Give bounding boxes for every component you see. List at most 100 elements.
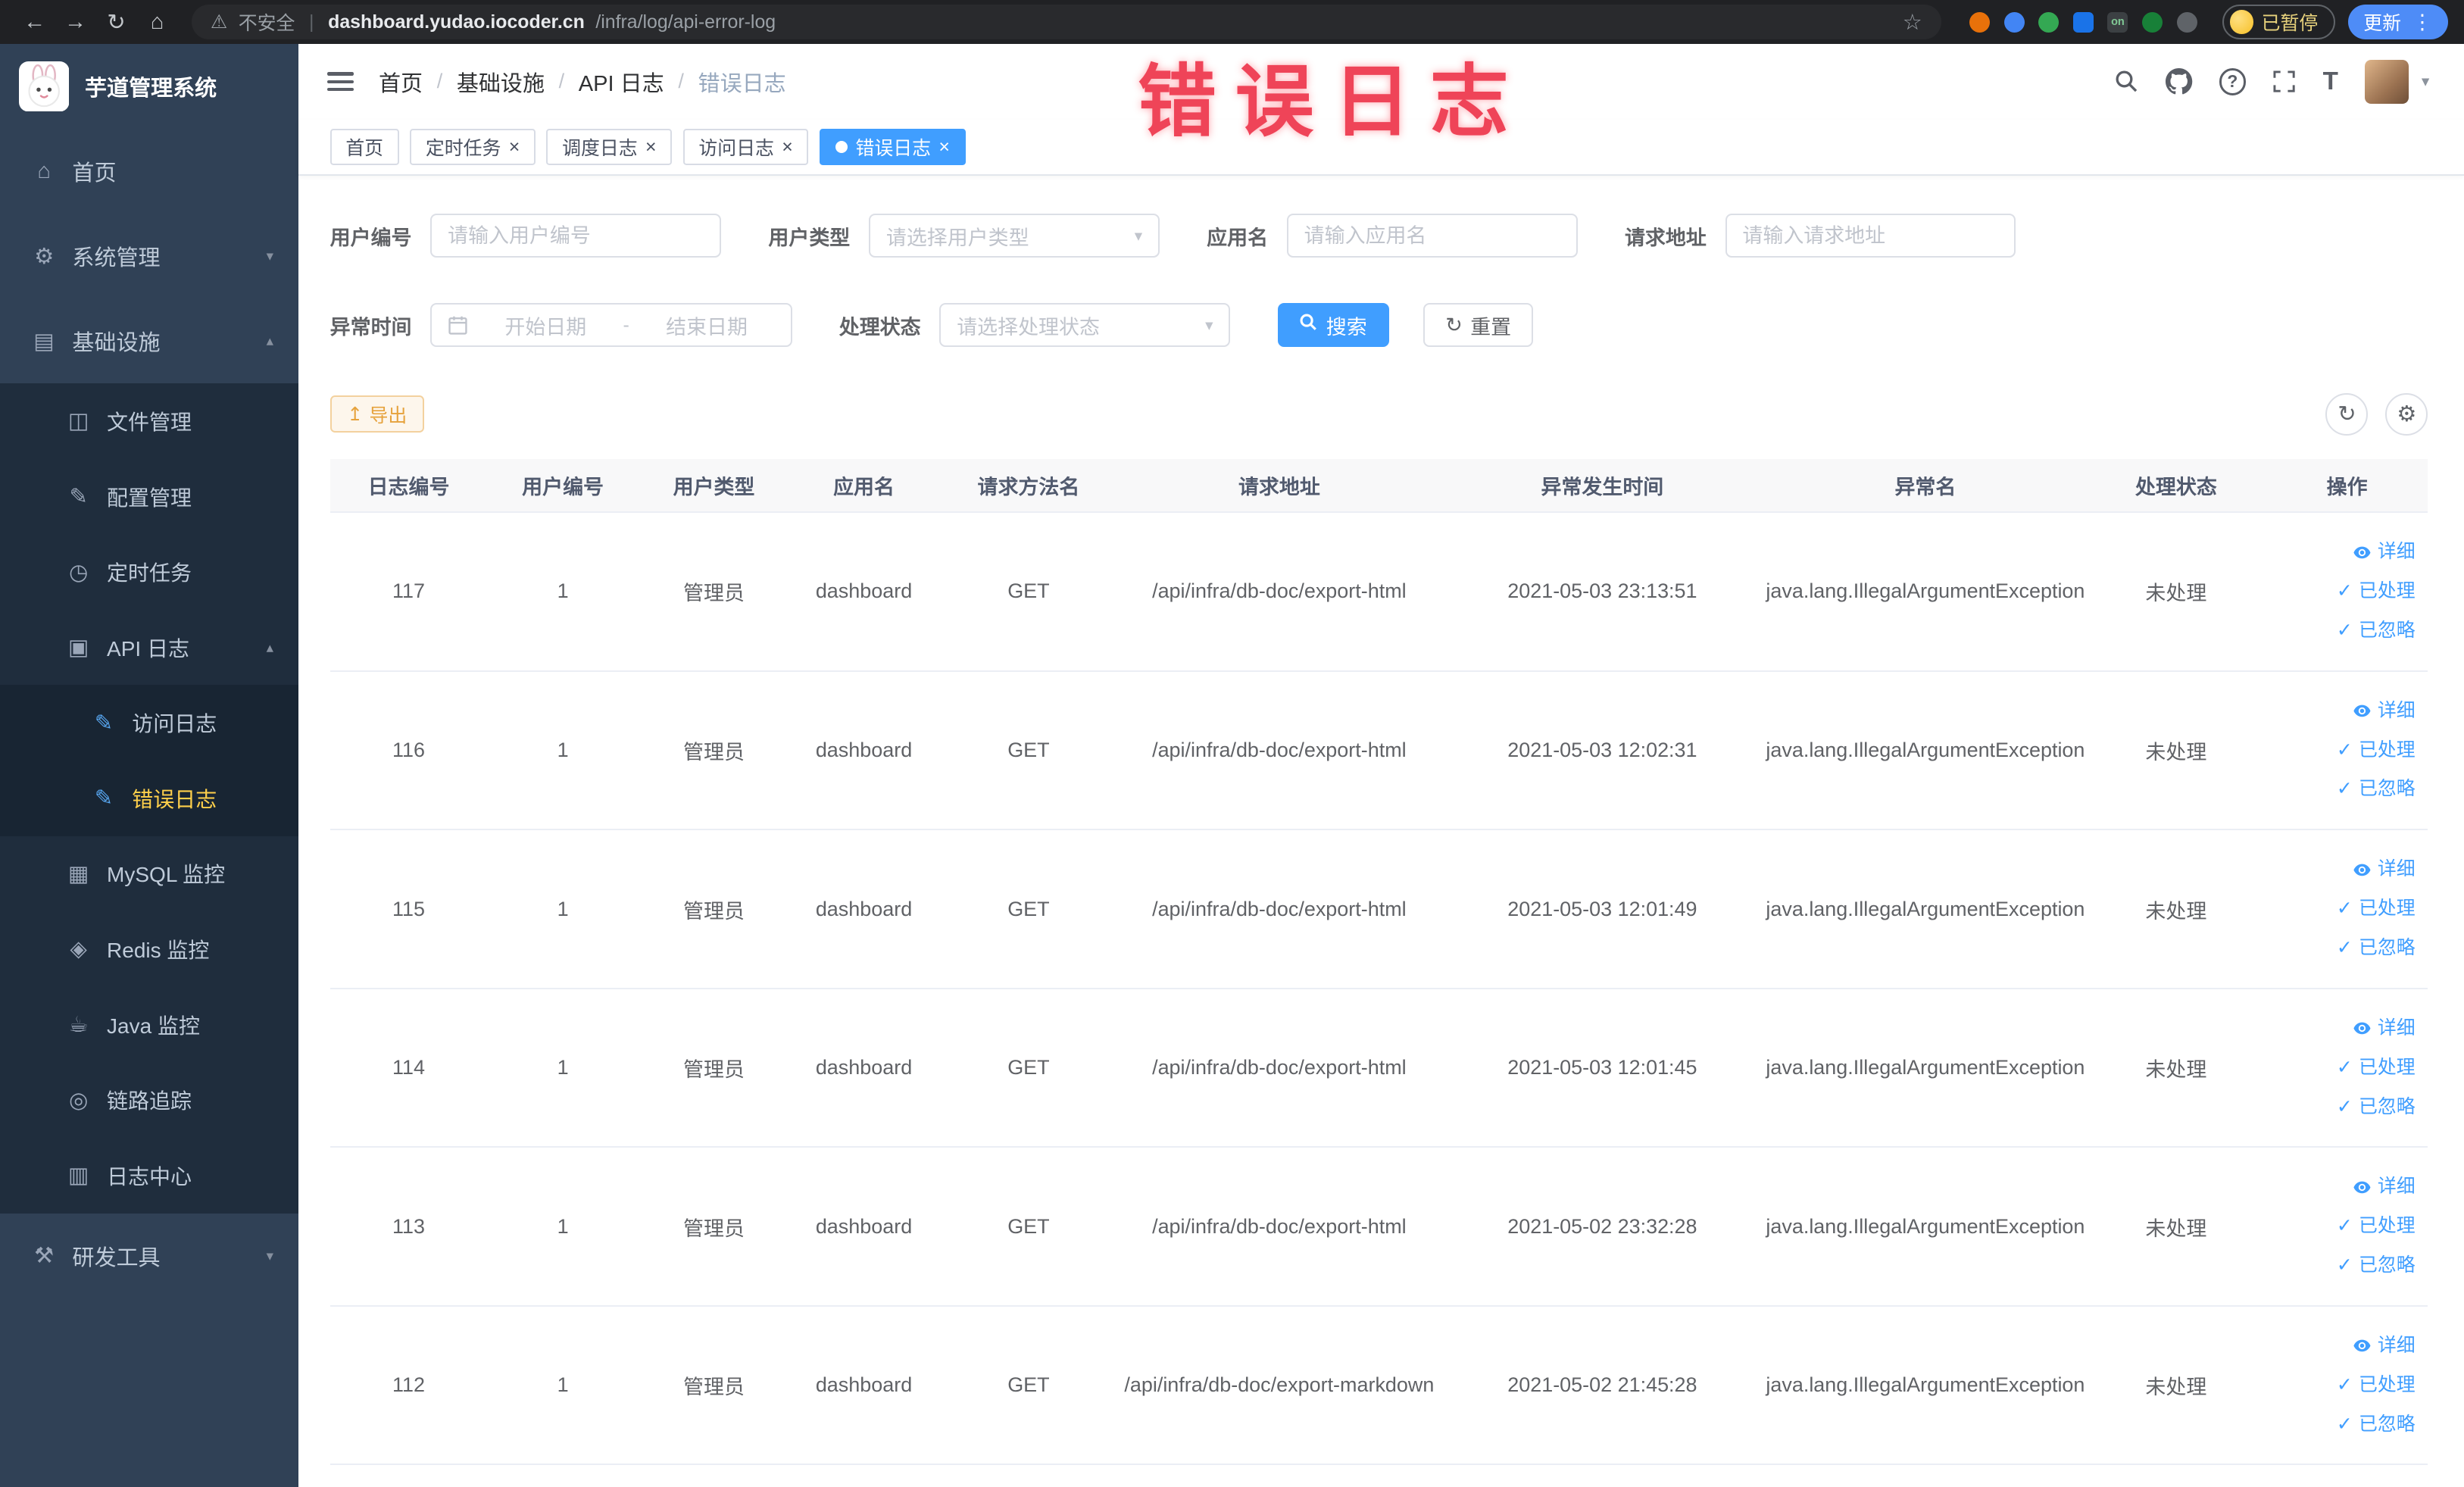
ignored-link[interactable]: ✓ 已忽略 (2266, 611, 2416, 651)
extension-grid-icon[interactable] (2072, 11, 2094, 33)
upload-icon: ↥ (347, 403, 364, 425)
extension-paw-icon[interactable] (2176, 11, 2197, 33)
tab-home[interactable]: 首页 (329, 129, 399, 165)
close-icon[interactable]: × (782, 137, 793, 157)
tab-job[interactable]: 定时任务 × (410, 129, 536, 165)
close-icon[interactable]: × (938, 137, 950, 157)
tab-access-log[interactable]: 访问日志 × (682, 129, 809, 165)
extension-on-badge-icon[interactable]: on (2107, 11, 2128, 33)
reset-button[interactable]: ↻ 重置 (1423, 303, 1534, 348)
close-icon[interactable]: × (645, 137, 657, 157)
detail-link[interactable]: 详细 (2266, 692, 2416, 731)
sidebar-item-api-log[interactable]: ▣ API 日志 ▴ (0, 609, 299, 686)
sidebar-item-config[interactable]: ✎ 配置管理 (0, 458, 299, 535)
extension-orange-icon[interactable] (1969, 11, 1990, 33)
ignored-link[interactable]: ✓ 已忽略 (2266, 1405, 2416, 1445)
sidebar-item-error-log[interactable]: ✎ 错误日志 (0, 761, 299, 836)
app-logo[interactable]: 芋道管理系统 (0, 44, 298, 129)
detail-link[interactable]: 详细 (2266, 1009, 2416, 1048)
processed-link[interactable]: ✓ 已处理 (2266, 1366, 2416, 1405)
breadcrumb-item[interactable]: 错误日志 (698, 66, 786, 98)
sidebar-item-mysql[interactable]: ▦ MySQL 监控 (0, 836, 299, 912)
detail-link[interactable]: 详细 (2266, 533, 2416, 572)
fullscreen-icon[interactable] (2272, 70, 2296, 93)
sidebar-item-log-center[interactable]: ▥ 日志中心 (0, 1137, 299, 1214)
cell-time: 2021-05-02 21:45:28 (1439, 1305, 1766, 1466)
sidebar-item-access-log[interactable]: ✎ 访问日志 (0, 685, 299, 761)
sidebar-item-file[interactable]: ◫ 文件管理 (0, 383, 299, 459)
export-button[interactable]: ↥ 导出 (329, 395, 425, 433)
cell-method: GET (938, 829, 1119, 989)
reload-icon[interactable]: ↻ (98, 3, 136, 41)
processed-link[interactable]: ✓ 已处理 (2266, 1048, 2416, 1088)
chevron-down-icon[interactable]: ▾ (2422, 72, 2429, 91)
update-button[interactable]: 更新 ⋮ (2347, 5, 2449, 39)
sidebar-item-home[interactable]: ⌂ 首页 (0, 129, 298, 214)
avatar[interactable] (2365, 59, 2409, 104)
check-icon: ✓ (2336, 898, 2353, 920)
tab-error-log[interactable]: 错误日志 × (819, 129, 966, 165)
breadcrumb-item[interactable]: API 日志 (579, 66, 664, 98)
table-row: 114 1 管理员 dashboard GET/api/infra/db-doc/exp… (329, 988, 2428, 1148)
help-icon[interactable]: ? (2219, 68, 2247, 95)
close-icon[interactable]: × (509, 137, 520, 157)
detail-link[interactable]: 详细 (2266, 1167, 2416, 1207)
exception-time-range[interactable]: 开始日期 - 结束日期 (430, 303, 792, 348)
request-url-input-field[interactable] (1742, 223, 1999, 248)
github-icon[interactable] (2166, 68, 2193, 95)
extension-green-icon[interactable] (2038, 11, 2060, 33)
user-type-select[interactable]: 请选择用户类型 ▾ (869, 214, 1160, 258)
ignored-link[interactable]: ✓ 已忽略 (2266, 1246, 2416, 1286)
tab-job-log[interactable]: 调度日志 × (546, 129, 673, 165)
search-button[interactable]: 搜索 (1277, 303, 1389, 348)
search-icon[interactable] (2114, 69, 2139, 94)
profile-paused-badge[interactable]: 已暂停 (2222, 5, 2335, 39)
sidebar-item-system[interactable]: ⚙ 系统管理 ▾ (0, 214, 298, 298)
reset-button-label: 重置 (1470, 315, 1512, 339)
sidebar-item-job[interactable]: ◷ 定时任务 (0, 534, 299, 610)
column-settings-button[interactable]: ⚙ (2385, 392, 2428, 436)
collapse-sidebar-icon[interactable] (326, 72, 354, 92)
refresh-button[interactable]: ↻ (2325, 392, 2369, 436)
app-name-input[interactable] (1286, 214, 1578, 258)
sidebar-item-infra[interactable]: ▤ 基础设施 ▴ (0, 298, 298, 383)
cell-id: 112 (329, 1305, 488, 1466)
action-label: 已忽略 (2359, 1413, 2416, 1435)
process-status-select[interactable]: 请选择处理状态 ▾ (939, 303, 1231, 348)
cell-app: dashboard (789, 1147, 938, 1307)
font-size-icon[interactable]: T (2323, 67, 2338, 96)
browser-home-icon[interactable]: ⌂ (139, 3, 176, 41)
bookmark-star-icon[interactable]: ☆ (1903, 9, 1922, 36)
extension-blue-icon[interactable] (2003, 11, 2025, 33)
app-name-input-field[interactable] (1304, 223, 1560, 248)
cell-method: GET (938, 670, 1119, 831)
detail-link[interactable]: 详细 (2266, 1326, 2416, 1366)
column-header: 处理状态 (2085, 458, 2266, 514)
ignored-link[interactable]: ✓ 已忽略 (2266, 770, 2416, 809)
cell-url: /api/infra/db-doc/export-markdown (1119, 1305, 1440, 1466)
ignored-link[interactable]: ✓ 已忽略 (2266, 1088, 2416, 1127)
ignored-link[interactable]: ✓ 已忽略 (2266, 929, 2416, 968)
cell-time: 2021-05-03 12:01:45 (1439, 988, 1766, 1148)
address-bar[interactable]: ⚠ 不安全 | dashboard.yudao.iocoder.cn/infra… (192, 5, 1941, 39)
extension-leaf-icon[interactable] (2142, 11, 2163, 33)
detail-link[interactable]: 详细 (2266, 850, 2416, 889)
user-type-label: 用户类型 (768, 226, 851, 249)
processed-link[interactable]: ✓ 已处理 (2266, 1207, 2416, 1246)
request-url-input[interactable] (1725, 214, 2016, 258)
forward-icon[interactable]: → (57, 3, 95, 41)
sidebar-item-java[interactable]: ☕ Java 监控 (0, 986, 299, 1063)
user-id-input[interactable] (430, 214, 722, 258)
sidebar-item-redis[interactable]: ◈ Redis 监控 (0, 911, 299, 987)
back-icon[interactable]: ← (16, 3, 54, 41)
browser-menu-icon[interactable]: ⋮ (2412, 11, 2433, 34)
sidebar-item-trace[interactable]: ◎ 链路追踪 (0, 1062, 299, 1138)
sidebar-item-devtools[interactable]: ⚒ 研发工具 ▾ (0, 1214, 298, 1298)
processed-link[interactable]: ✓ 已处理 (2266, 731, 2416, 770)
processed-link[interactable]: ✓ 已处理 (2266, 889, 2416, 929)
breadcrumb-item[interactable]: 首页 (379, 66, 423, 98)
edit-icon: ✎ (69, 485, 88, 509)
processed-link[interactable]: ✓ 已处理 (2266, 572, 2416, 611)
user-id-input-field[interactable] (448, 223, 704, 248)
breadcrumb-item[interactable]: 基础设施 (457, 66, 545, 98)
